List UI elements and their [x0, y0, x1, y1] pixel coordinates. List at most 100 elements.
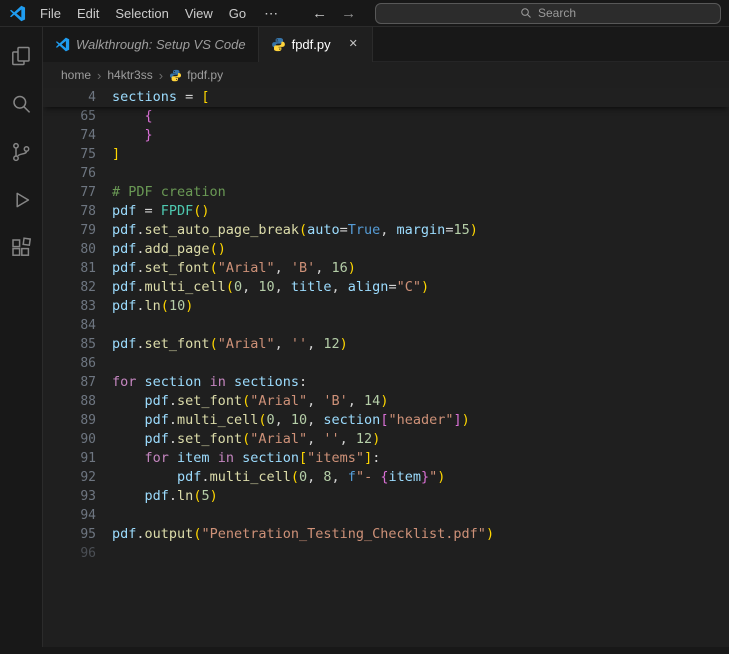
back-arrow-icon[interactable]: ← [312, 5, 327, 22]
code-text: pdf.set_auto_page_break(auto=True, margi… [96, 221, 478, 240]
code-line[interactable]: 88 pdf.set_font("Arial", 'B', 14) [43, 392, 729, 411]
menu-file[interactable]: File [32, 6, 69, 21]
code-line[interactable]: 89 pdf.multi_cell(0, 10, section["header… [43, 411, 729, 430]
history-navigation: ← → [312, 5, 356, 22]
code-line[interactable]: 80pdf.add_page() [43, 240, 729, 259]
code-text: pdf.output("Penetration_Testing_Checklis… [96, 525, 494, 544]
menu-bar: FileEditSelectionViewGo [32, 6, 254, 21]
line-number: 95 [43, 525, 96, 544]
breadcrumb: home›h4ktr3ss›fpdf.py [43, 62, 729, 88]
line-number: 84 [43, 316, 96, 335]
code-text: pdf.multi_cell(0, 10, section["header"]) [96, 411, 470, 430]
tab-walkthrough-setup-vs-code[interactable]: Walkthrough: Setup VS Code [43, 27, 259, 62]
code-line[interactable]: 91 for item in section["items"]: [43, 449, 729, 468]
line-number: 86 [43, 354, 96, 373]
python-icon [271, 37, 286, 52]
source-control-icon[interactable] [0, 128, 43, 176]
menu-selection[interactable]: Selection [107, 6, 176, 21]
code-editor[interactable]: 4sections = [ 65 {74 }75]7677# PDF creat… [43, 88, 729, 647]
line-number: 92 [43, 468, 96, 487]
code-text: pdf.add_page() [96, 240, 226, 259]
line-number: 91 [43, 449, 96, 468]
line-number: 77 [43, 183, 96, 202]
code-text [96, 354, 112, 373]
code-text: pdf.multi_cell(0, 10, title, align="C") [96, 278, 429, 297]
line-number: 88 [43, 392, 96, 411]
code-line[interactable]: 82pdf.multi_cell(0, 10, title, align="C"… [43, 278, 729, 297]
code-text: { [96, 107, 153, 126]
line-number: 79 [43, 221, 96, 240]
code-text: for section in sections: [96, 373, 307, 392]
line-number: 4 [43, 88, 96, 107]
code-text: pdf.multi_cell(0, 8, f"- {item}") [96, 468, 445, 487]
line-number: 78 [43, 202, 96, 221]
tab-bar: Walkthrough: Setup VS Code fpdf.py ✕ [43, 27, 729, 62]
line-number: 89 [43, 411, 96, 430]
code-line[interactable]: 95pdf.output("Penetration_Testing_Checkl… [43, 525, 729, 544]
code-text [96, 316, 112, 335]
line-number: 90 [43, 430, 96, 449]
code-text [96, 506, 112, 525]
search-icon[interactable] [0, 80, 43, 128]
line-number: 81 [43, 259, 96, 278]
command-center-search[interactable]: Search [375, 3, 721, 24]
line-number: 87 [43, 373, 96, 392]
code-text: pdf.set_font("Arial", 'B', 14) [96, 392, 388, 411]
code-line[interactable]: 90 pdf.set_font("Arial", '', 12) [43, 430, 729, 449]
tab-label: fpdf.py [292, 37, 331, 52]
breadcrumb-separator: › [96, 68, 102, 83]
line-number: 82 [43, 278, 96, 297]
search-placeholder: Search [538, 6, 576, 20]
explorer-icon[interactable] [0, 32, 43, 80]
vscode-icon [55, 37, 70, 52]
line-number: 80 [43, 240, 96, 259]
code-line[interactable]: 74 } [43, 126, 729, 145]
code-line[interactable]: 79pdf.set_auto_page_break(auto=True, mar… [43, 221, 729, 240]
code-line[interactable]: 92 pdf.multi_cell(0, 8, f"- {item}") [43, 468, 729, 487]
extensions-icon[interactable] [0, 224, 43, 272]
menu-go[interactable]: Go [221, 6, 254, 21]
code-text: } [96, 126, 153, 145]
menu-edit[interactable]: Edit [69, 6, 107, 21]
code-line[interactable]: 78pdf = FPDF() [43, 202, 729, 221]
code-text: pdf.set_font("Arial", '', 12) [96, 335, 348, 354]
code-line[interactable]: 94 [43, 506, 729, 525]
code-line[interactable]: 85pdf.set_font("Arial", '', 12) [43, 335, 729, 354]
code-line[interactable]: 76 [43, 164, 729, 183]
window-bottom-edge [0, 647, 729, 654]
line-number: 74 [43, 126, 96, 145]
breadcrumb-item[interactable]: home [61, 68, 91, 82]
code-line[interactable]: 93 pdf.ln(5) [43, 487, 729, 506]
code-line[interactable]: 77# PDF creation [43, 183, 729, 202]
code-text: for item in section["items"]: [96, 449, 380, 468]
close-icon[interactable]: ✕ [347, 37, 360, 52]
line-number: 93 [43, 487, 96, 506]
line-number: 83 [43, 297, 96, 316]
line-number: 75 [43, 145, 96, 164]
tab-fpdf-py[interactable]: fpdf.py ✕ [259, 27, 373, 62]
menu-view[interactable]: View [177, 6, 221, 21]
forward-arrow-icon[interactable]: → [341, 5, 356, 22]
code-line[interactable]: 75] [43, 145, 729, 164]
code-line[interactable]: 84 [43, 316, 729, 335]
line-number: 96 [43, 544, 96, 563]
code-text [96, 164, 112, 183]
editor-lines: 65 {74 }75]7677# PDF creation78pdf = FPD… [43, 107, 729, 563]
code-line[interactable]: 65 { [43, 107, 729, 126]
breadcrumb-item[interactable]: fpdf.py [187, 68, 223, 82]
line-number: 65 [43, 107, 96, 126]
more-menu-button[interactable]: ⋯ [256, 5, 286, 22]
code-line[interactable]: 83pdf.ln(10) [43, 297, 729, 316]
code-line[interactable]: 4sections = [ [43, 88, 729, 107]
code-text: pdf.set_font("Arial", 'B', 16) [96, 259, 356, 278]
run-debug-icon[interactable] [0, 176, 43, 224]
code-line[interactable]: 86 [43, 354, 729, 373]
code-line[interactable]: 87for section in sections: [43, 373, 729, 392]
breadcrumb-item[interactable]: h4ktr3ss [107, 68, 152, 82]
code-line[interactable]: 81pdf.set_font("Arial", 'B', 16) [43, 259, 729, 278]
sticky-scroll[interactable]: 4sections = [ [43, 88, 729, 107]
code-line[interactable]: 96 [43, 544, 729, 563]
line-number: 85 [43, 335, 96, 354]
activity-bar [0, 27, 43, 647]
code-text [96, 544, 112, 563]
